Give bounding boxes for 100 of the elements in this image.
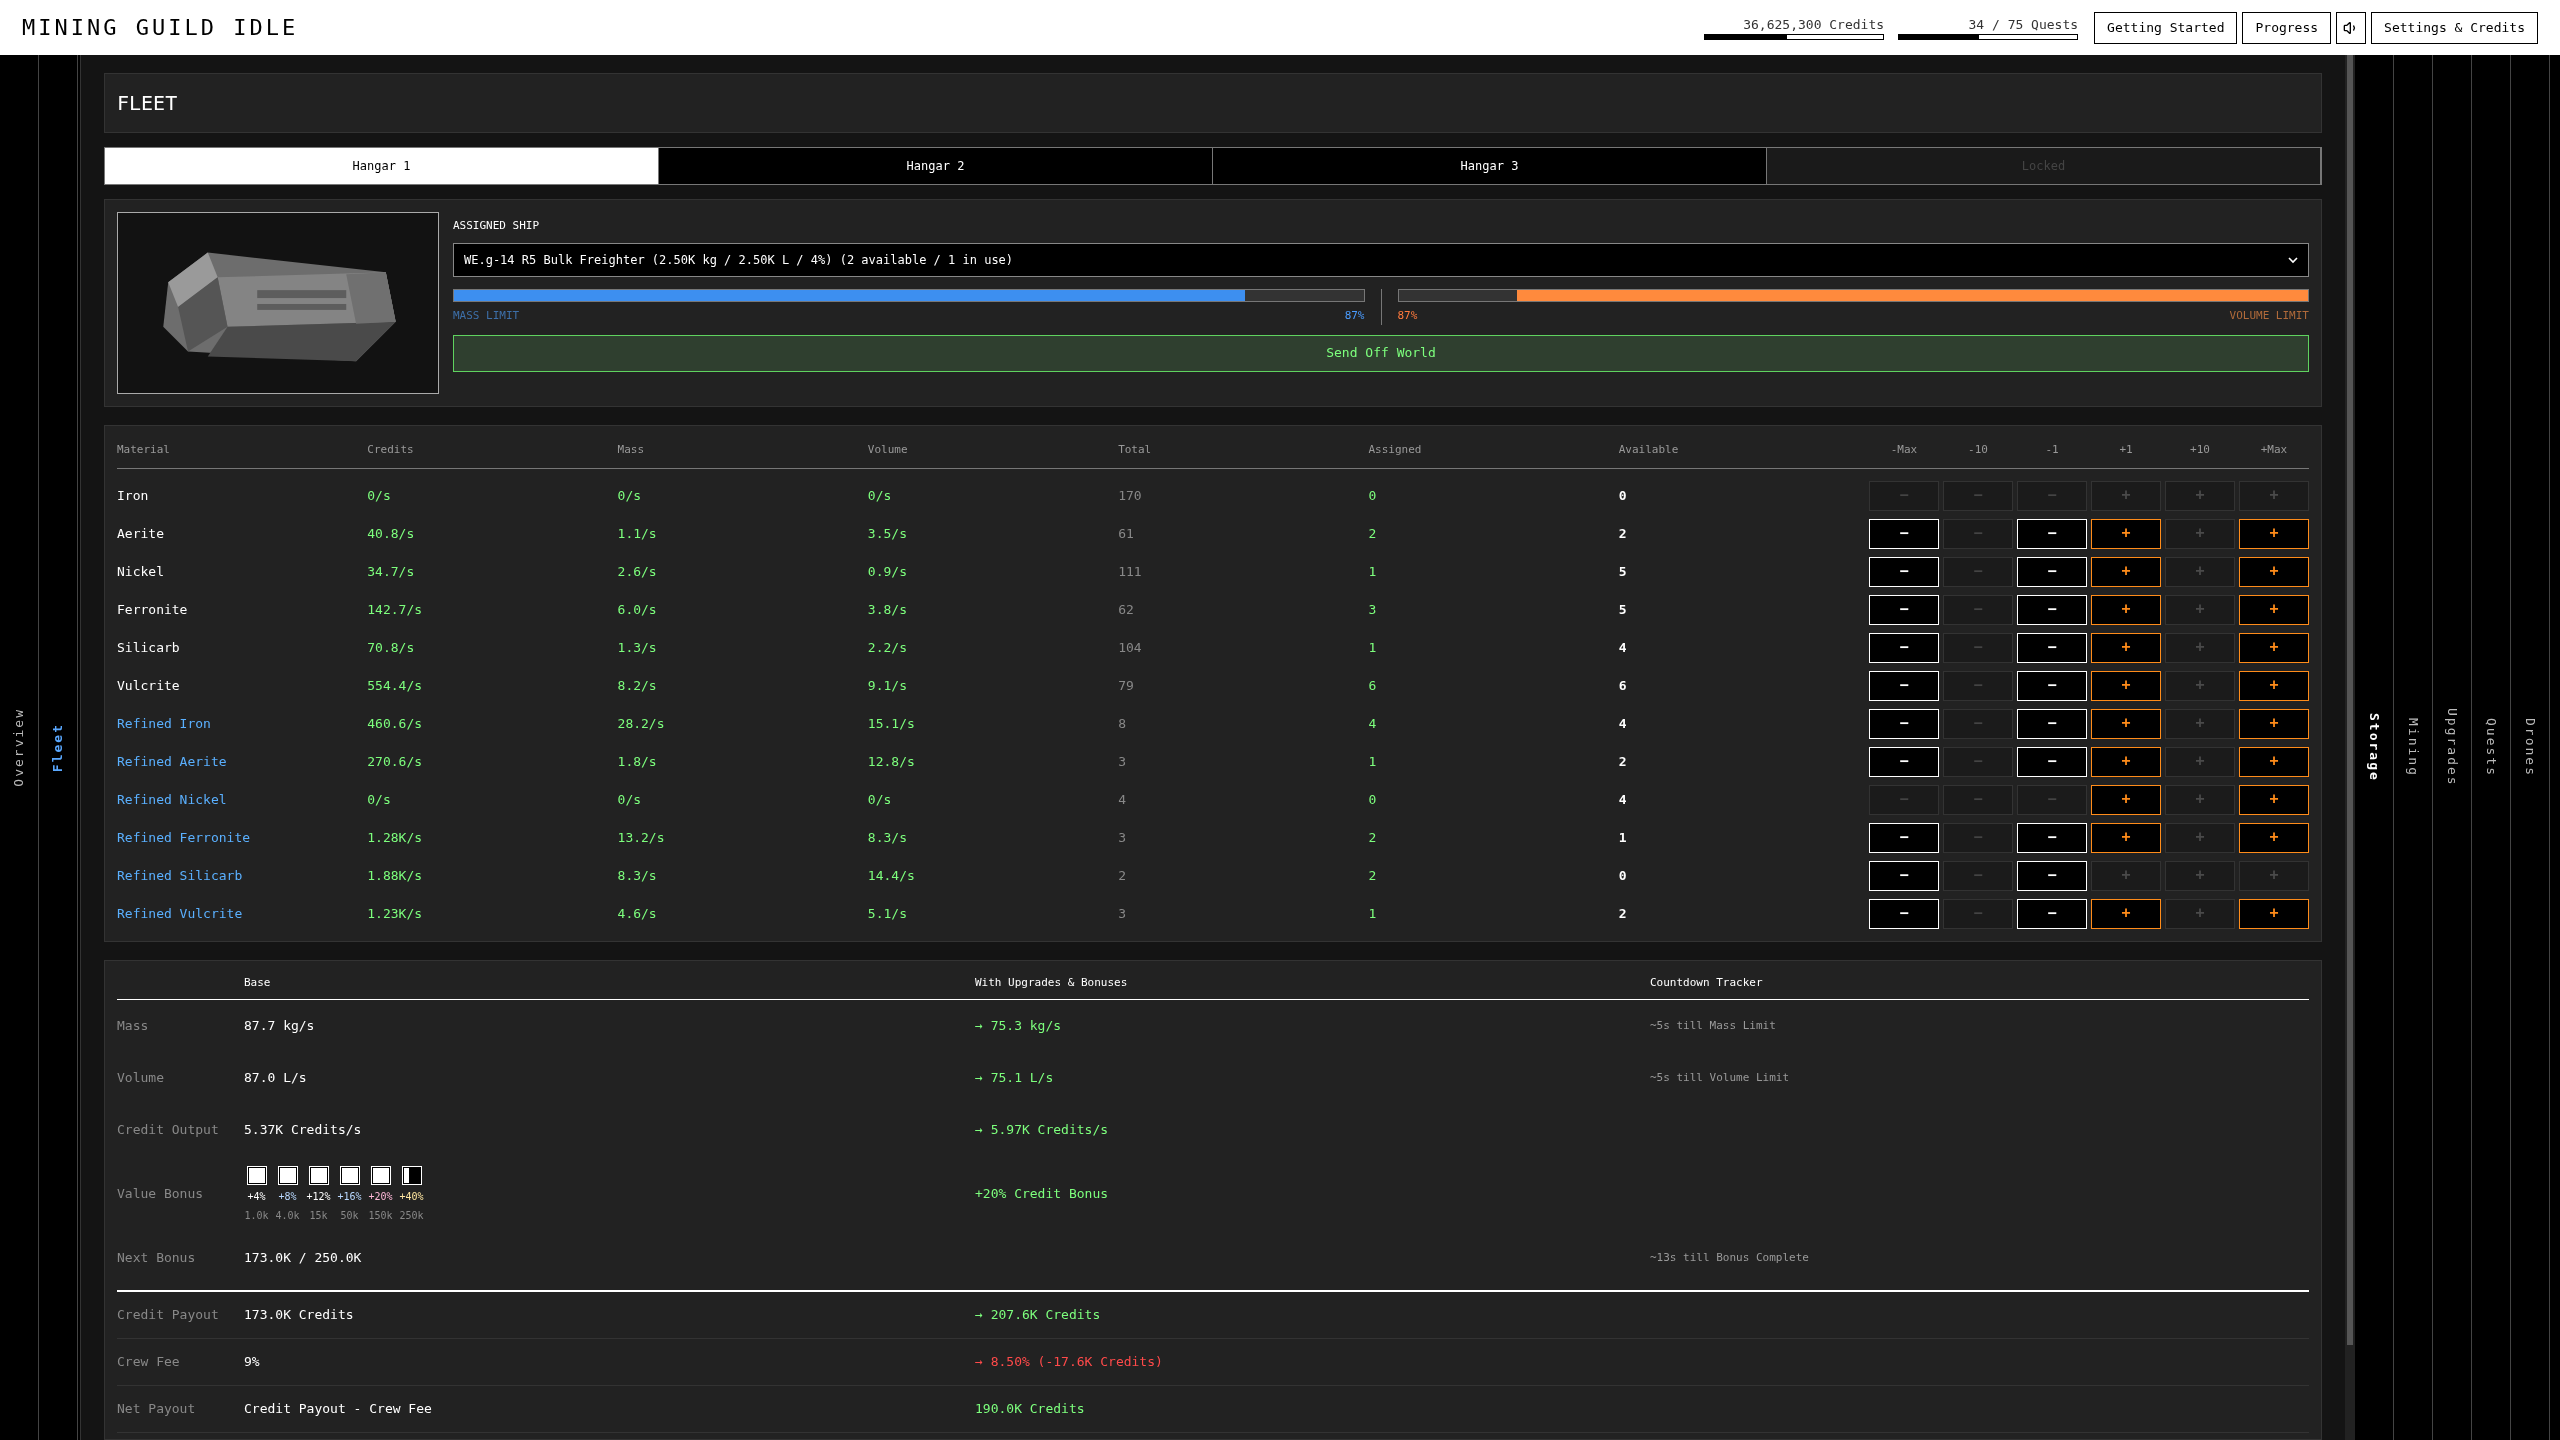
table-cell-text: 14.4/s — [867, 866, 916, 885]
header-button[interactable]: Getting Started — [2094, 11, 2238, 44]
hangar-tab[interactable]: Hangar 3 — [1213, 148, 1767, 184]
material-name: Vulcrite — [117, 676, 181, 695]
adjust-button[interactable]: + — [2239, 556, 2309, 587]
column-header: With Upgrades & Bonuses — [975, 974, 1129, 991]
adjust-button[interactable]: + — [2091, 518, 2161, 549]
table-cell-text: 1.88K/s — [367, 866, 424, 885]
adjust-button[interactable]: − — [2017, 898, 2087, 929]
adjust-button[interactable]: − — [2017, 518, 2087, 549]
table-cell-text: 2.6/s — [617, 562, 658, 581]
table-cell-text: 0 — [1368, 790, 1378, 809]
adjust-button[interactable]: + — [2239, 784, 2309, 815]
adjust-button[interactable]: − — [2017, 670, 2087, 701]
material-name: Iron — [117, 486, 150, 505]
bonus-threshold: 1.0k — [244, 1208, 269, 1223]
table-cell-text: 40.8/s — [367, 524, 416, 543]
stat-value: → 75.1 L/s — [975, 1070, 1054, 1086]
table-cell-text: 4 — [1618, 638, 1628, 657]
stat-label: Mass — [117, 1017, 150, 1036]
adjust-button[interactable]: + — [2091, 784, 2161, 815]
material-name: Refined Iron — [117, 714, 212, 733]
column-header: Assigned — [1368, 442, 1423, 458]
table-cell-text: 0/s — [617, 486, 643, 505]
adjust-button[interactable]: − — [1869, 708, 1939, 739]
bonus-percent: +16% — [337, 1189, 362, 1204]
adjust-button[interactable]: − — [2017, 594, 2087, 625]
column-header: +10 — [2189, 442, 2211, 458]
adjust-button[interactable]: − — [1869, 898, 1939, 929]
table-cell-text: 2 — [1618, 904, 1628, 923]
column-header: -Max — [1889, 442, 1919, 458]
adjust-button[interactable]: + — [2239, 898, 2309, 929]
adjust-button[interactable]: − — [2017, 708, 2087, 739]
table-cell-text: 3.5/s — [867, 524, 908, 543]
settings-button[interactable]: Settings & Credits — [2371, 11, 2538, 44]
material-name: Aerite — [117, 524, 165, 543]
table-cell-text: 6 — [1368, 676, 1378, 695]
column-header: Total — [1118, 442, 1153, 458]
adjust-button[interactable]: + — [2239, 822, 2309, 853]
table-cell-text: 1 — [1618, 828, 1628, 847]
adjust-button[interactable]: + — [2091, 556, 2161, 587]
adjust-button[interactable]: − — [1869, 860, 1939, 891]
adjust-button[interactable]: − — [2017, 632, 2087, 663]
table-cell-text: 0/s — [367, 790, 392, 809]
adjust-button[interactable]: + — [2239, 632, 2309, 663]
adjust-button[interactable]: + — [2091, 898, 2161, 929]
column-header: Available — [1618, 442, 1680, 458]
adjust-button[interactable]: + — [2091, 632, 2161, 663]
adjust-button[interactable]: − — [1869, 518, 1939, 549]
field-label: ASSIGNED SHIP — [453, 218, 541, 234]
hangar-tab[interactable]: Hangar 2 — [659, 148, 1213, 184]
adjust-button[interactable]: + — [2239, 594, 2309, 625]
adjust-button[interactable]: + — [2091, 708, 2161, 739]
adjust-button[interactable]: + — [2091, 746, 2161, 777]
sound-button[interactable] — [2336, 11, 2367, 44]
table-cell-text: 2 — [1618, 524, 1628, 543]
adjust-button[interactable]: − — [1869, 556, 1939, 587]
adjust-button[interactable]: − — [2017, 822, 2087, 853]
meter-label: 34 / 75 Quests — [1968, 15, 2079, 34]
column-header: Mass — [617, 442, 646, 458]
adjust-button[interactable]: + — [2239, 670, 2309, 701]
adjust-button[interactable]: + — [2239, 518, 2309, 549]
table-cell-text: 2 — [1618, 752, 1628, 771]
adjust-button[interactable]: − — [2017, 556, 2087, 587]
stat-value: +20% Credit Bonus — [975, 1186, 1109, 1202]
table-cell-text: 1.3/s — [617, 638, 658, 657]
mass-limit-label: MASS LIMIT — [453, 307, 520, 324]
hangar-tab[interactable]: Hangar 1 — [105, 148, 659, 184]
adjust-button[interactable]: − — [1869, 632, 1939, 663]
material-name: Nickel — [117, 562, 165, 581]
adjust-button[interactable]: − — [1869, 822, 1939, 853]
table-cell-text: 3 — [1368, 600, 1378, 619]
table-cell-text: 1.28K/s — [367, 828, 424, 847]
table-cell-text: 8.3/s — [617, 866, 658, 885]
volume-limit-label: VOLUME LIMIT — [2229, 307, 2309, 324]
table-cell-text: 79 — [1118, 676, 1135, 695]
ship-select[interactable]: WE.g-14 R5 Bulk Freighter (2.50K kg / 2.50K L / 4%) (2 available / 1 in use) — [453, 242, 2309, 277]
adjust-button[interactable]: + — [2239, 746, 2309, 777]
send-button[interactable]: Send Off World — [453, 334, 2309, 372]
adjust-button[interactable]: + — [2091, 822, 2161, 853]
table-cell-text: 3 — [1118, 828, 1127, 847]
column-header: -1 — [2044, 442, 2060, 458]
adjust-button[interactable]: + — [2239, 708, 2309, 739]
header-button[interactable]: Progress — [2242, 11, 2332, 44]
table-cell-text: 2 — [1118, 866, 1127, 885]
section-header: FLEET — [104, 73, 2322, 133]
table-cell-text: 1.1/s — [617, 524, 658, 543]
table-cell-text: 4.6/s — [617, 904, 658, 923]
table-cell-text: 1 — [1368, 562, 1378, 581]
adjust-button[interactable]: − — [1869, 746, 1939, 777]
column-header: Credits — [367, 442, 415, 458]
app-title: MINING GUILD IDLE — [22, 14, 299, 42]
material-name: Refined Ferronite — [117, 828, 252, 847]
adjust-button[interactable]: − — [2017, 746, 2087, 777]
adjust-button[interactable]: + — [2091, 670, 2161, 701]
table-cell-text: 1.23K/s — [367, 904, 424, 923]
adjust-button[interactable]: − — [2017, 860, 2087, 891]
adjust-button[interactable]: + — [2091, 594, 2161, 625]
adjust-button[interactable]: − — [1869, 670, 1939, 701]
adjust-button[interactable]: − — [1869, 594, 1939, 625]
